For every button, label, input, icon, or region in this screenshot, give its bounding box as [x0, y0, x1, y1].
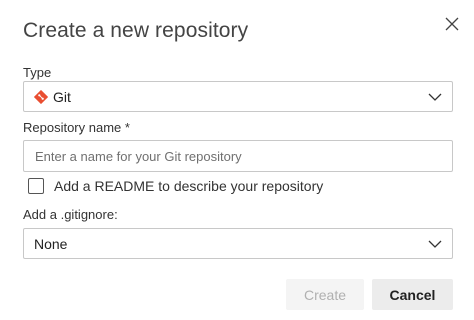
git-icon [34, 90, 48, 104]
readme-checkbox-label: Add a README to describe your repository [54, 178, 324, 194]
gitignore-select-value: None [34, 236, 68, 252]
repository-name-input[interactable] [23, 140, 453, 172]
gitignore-select[interactable]: None [23, 228, 453, 259]
close-button[interactable] [442, 14, 462, 34]
readme-checkbox-row[interactable]: Add a README to describe your repository [28, 177, 323, 195]
create-button[interactable]: Create [286, 279, 364, 310]
cancel-button[interactable]: Cancel [372, 279, 453, 310]
chevron-down-icon [427, 90, 443, 104]
type-select[interactable]: Git [23, 81, 453, 112]
create-repository-dialog: Create a new repository Type Git Reposit… [0, 0, 474, 320]
gitignore-label: Add a .gitignore: [23, 207, 118, 222]
type-label: Type [23, 65, 52, 80]
readme-checkbox[interactable] [28, 178, 44, 194]
type-select-value: Git [53, 89, 71, 105]
chevron-down-icon [427, 237, 443, 251]
repository-name-label: Repository name * [23, 120, 130, 135]
dialog-title: Create a new repository [23, 19, 249, 42]
close-icon [445, 17, 459, 31]
